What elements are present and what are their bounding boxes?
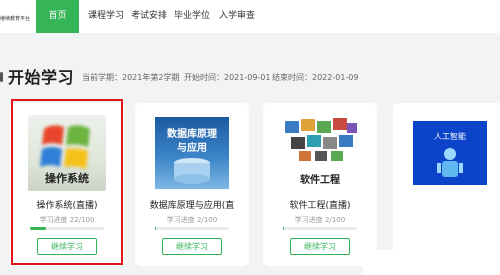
nav-exam-schedule[interactable]: 考试安排 [131,0,167,33]
cover-title-ai: 人工智能 [434,132,466,141]
brand-logo-text: 继续教育平台 [0,16,31,22]
end-time: 结束时间：2022-01-09 [272,73,359,82]
course-card-se[interactable]: 软件工程 软件工程(直播) 学习进度 2/100 继续学习 [263,103,377,266]
nav-home[interactable]: 首页 [36,0,79,33]
progress-text-se: 学习进度 2/100 [294,216,346,224]
course-name-os[interactable]: 操作系统(直播) [10,198,124,211]
top-nav-bar: 继续教育平台 首页 课程学习 考试安排 毕业学位 入学审查 [0,0,500,33]
nav-course-study[interactable]: 课程学习 [88,0,124,33]
nav-admission-review[interactable]: 入学审查 [219,0,255,33]
ai-robot-icon [437,148,463,177]
progress-fill-os [30,227,47,230]
start-time: 开始时间：2021-09-01 [184,73,271,82]
course-name-se[interactable]: 软件工程(直播) [263,198,377,211]
course-cover-os[interactable]: 操作系统 [28,115,106,191]
progress-fill-db [155,227,157,230]
blank-area [363,250,500,275]
continue-study-button-se[interactable]: 继续学习 [290,238,350,255]
current-term: 当前学期：2021年第2学期 [82,73,180,82]
progress-text-os: 学习进度 22/100 [39,216,95,224]
course-card-db[interactable]: 数据库原理 与应用 数据库原理与应用(直 学习进度 2/100 继续学习 [135,103,249,266]
course-cover-se[interactable]: 软件工程 [281,115,359,191]
nav-graduation-degree[interactable]: 毕业学位 [174,0,210,33]
title-bullet [0,72,3,82]
database-icon [174,158,210,184]
progress-bar-db [155,227,229,230]
progress-bar-se [283,227,357,230]
course-card-ai[interactable]: 人工智能 [393,103,500,266]
software-tiles-icon [285,118,357,161]
cover-title-db-line1: 数据库原理 [167,129,217,140]
course-card-os[interactable]: 操作系统 操作系统(直播) 学习进度 22/100 继续学习 [10,103,124,266]
course-cover-ai[interactable]: 人工智能 [411,115,489,191]
progress-fill-se [283,227,285,230]
progress-bar-os [30,227,104,230]
progress-text-db: 学习进度 2/100 [166,216,218,224]
page-title: 开始学习 [8,68,75,87]
continue-study-button-os[interactable]: 继续学习 [37,238,97,255]
course-cover-db[interactable]: 数据库原理 与应用 [153,115,231,191]
cover-title-se: 软件工程 [300,175,340,186]
continue-study-button-db[interactable]: 继续学习 [162,238,222,255]
cover-title-db-line2: 与应用 [177,143,207,154]
course-name-db[interactable]: 数据库原理与应用(直 [135,198,249,211]
cover-title-os: 操作系统 [45,172,89,185]
